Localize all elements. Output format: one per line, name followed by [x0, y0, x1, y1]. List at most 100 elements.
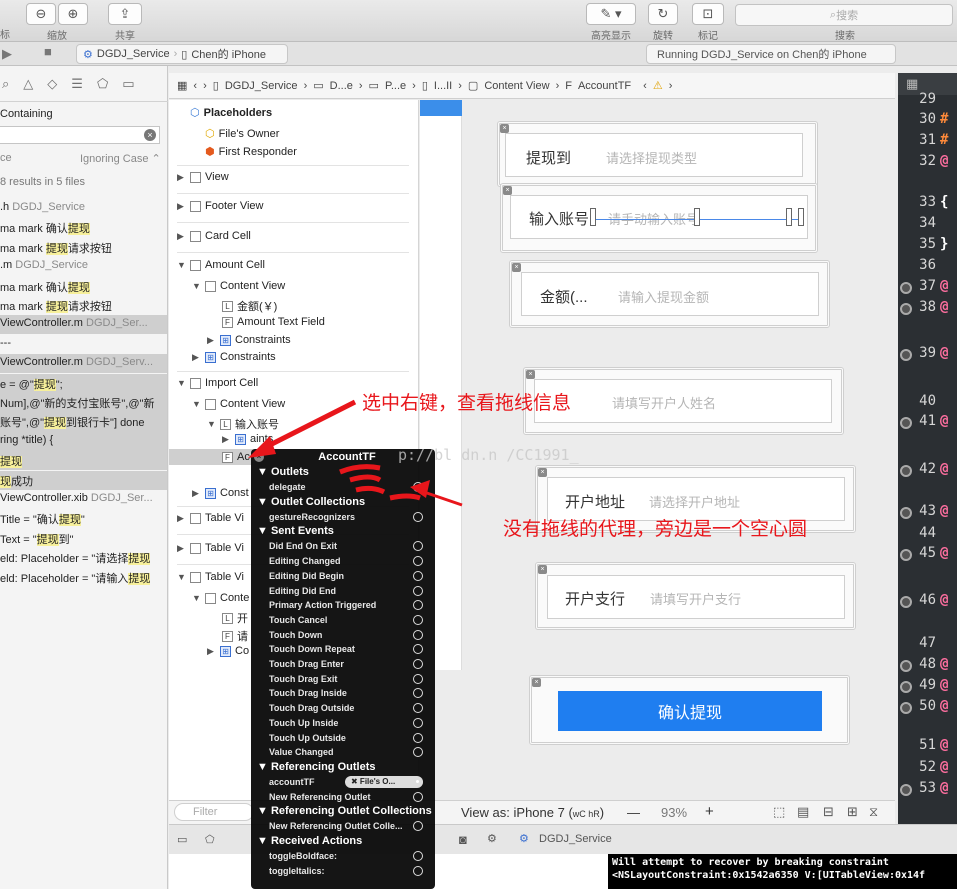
- search-result-line[interactable]: e = @"提现";: [0, 376, 63, 392]
- warning-icon[interactable]: ⚠: [653, 79, 663, 92]
- search-result-file[interactable]: .m DGDJ_Service: [0, 259, 88, 271]
- disclosure-icon[interactable]: ▼: [257, 805, 268, 817]
- disclosure-icon[interactable]: ▼: [257, 525, 268, 537]
- disclosure-icon[interactable]: ▶: [177, 543, 186, 554]
- search-result-line[interactable]: ma mark 确认提现: [0, 279, 90, 295]
- empty-circle-icon[interactable]: [413, 688, 423, 699]
- disclosure-icon[interactable]: ▼: [192, 593, 201, 603]
- assistant-editor[interactable]: ▦ 29 30 #31 #32 @33{34 35} 36 37 @38 @39 @40 41 @42 @…: [898, 73, 957, 854]
- resize-handle[interactable]: [590, 208, 596, 226]
- outline-text-field[interactable]: F请: [222, 628, 248, 644]
- search-result-file[interactable]: .h DGDJ_Service: [0, 201, 85, 213]
- align-icon[interactable]: ⊟: [823, 804, 834, 820]
- disclosure-icon[interactable]: ▼: [257, 761, 268, 773]
- empty-circle-icon[interactable]: [413, 673, 423, 684]
- connection-item[interactable]: Primary Action Triggered: [269, 598, 433, 612]
- issue-prev-icon[interactable]: ‹: [643, 80, 647, 92]
- resize-handle[interactable]: [798, 208, 804, 226]
- zoom-out-button[interactable]: ⊖: [26, 3, 56, 25]
- outline-view[interactable]: ▶ View: [177, 171, 229, 183]
- empty-circle-icon[interactable]: [413, 570, 423, 581]
- grid-icon[interactable]: ▦: [906, 76, 918, 92]
- empty-circle-icon[interactable]: [413, 865, 423, 876]
- mark-button[interactable]: ⊡: [692, 3, 724, 25]
- outline-table-view[interactable]: ▼ Table Vi: [177, 571, 244, 583]
- connection-item[interactable]: Editing Did Begin: [269, 569, 433, 583]
- connection-item[interactable]: accountTF ✖ File's O...: [269, 775, 433, 789]
- connection-item[interactable]: toggleBoldface:: [269, 849, 433, 863]
- hide-debug-icon[interactable]: ▭: [177, 833, 187, 846]
- jump-item[interactable]: I...II: [434, 80, 452, 92]
- connection-item[interactable]: Touch Up Inside: [269, 716, 433, 730]
- stop-icon[interactable]: ■: [44, 44, 52, 59]
- empty-circle-icon[interactable]: [413, 717, 423, 728]
- empty-circle-icon[interactable]: [413, 851, 423, 861]
- disclosure-icon[interactable]: ▼: [177, 378, 186, 388]
- match-mode[interactable]: ce: [0, 152, 12, 164]
- connection-item[interactable]: Value Changed: [269, 745, 433, 759]
- outline-constraints[interactable]: ▶ ⊞ Co: [207, 645, 249, 657]
- forward-icon[interactable]: ›: [203, 80, 207, 92]
- report-icon[interactable]: ▭: [122, 76, 134, 92]
- search-result-line[interactable]: ring *title) {: [0, 434, 53, 446]
- connection-item[interactable]: Did End On Exit: [269, 539, 433, 553]
- find-input[interactable]: ×: [0, 126, 160, 144]
- debug-icon[interactable]: ☰: [71, 76, 83, 92]
- search-result-line[interactable]: 账号",@"提现到银行卡"] done: [0, 414, 145, 430]
- resize-handle[interactable]: [694, 208, 700, 226]
- gear-icon[interactable]: ⚙: [487, 832, 497, 845]
- back-icon[interactable]: ‹: [193, 80, 197, 92]
- connection-item[interactable]: Touch Drag Outside: [269, 701, 433, 715]
- search-result-file[interactable]: ViewController.m DGDJ_Serv...: [0, 356, 153, 368]
- search-result-line[interactable]: 提现: [0, 453, 22, 469]
- search-result-line[interactable]: ma mark 确认提现: [0, 220, 90, 236]
- rotate-button[interactable]: ↻: [648, 3, 678, 25]
- connection-section[interactable]: ▼ Referencing Outlets: [251, 760, 435, 775]
- outline-placeholders[interactable]: ⬡ Placeholders: [190, 106, 272, 120]
- empty-circle-icon[interactable]: [413, 614, 423, 625]
- search-result-line[interactable]: ---: [0, 337, 11, 349]
- disclosure-icon[interactable]: ▶: [207, 335, 216, 346]
- connection-target[interactable]: ✖ File's O...: [345, 775, 423, 788]
- disclosure-icon[interactable]: ▼: [207, 419, 216, 429]
- stack-icon[interactable]: ▤: [797, 804, 809, 820]
- search-result-line[interactable]: eld: Placeholder = "请选择提现: [0, 550, 151, 566]
- resolve-icon[interactable]: ⧖: [869, 804, 878, 820]
- resize-handle[interactable]: [786, 208, 792, 226]
- clear-icon[interactable]: ×: [144, 129, 156, 141]
- disclosure-icon[interactable]: ▶: [192, 488, 201, 499]
- empty-circle-icon[interactable]: [413, 659, 423, 669]
- jump-item[interactable]: D...e: [330, 80, 353, 92]
- search-result-line[interactable]: Num],@"新的支付宝账号",@"新: [0, 395, 154, 411]
- connection-item[interactable]: toggleItalics:: [269, 864, 433, 878]
- empty-circle-icon[interactable]: [413, 703, 423, 714]
- connection-item[interactable]: Touch Down: [269, 628, 433, 642]
- jump-item[interactable]: P...e: [385, 80, 406, 92]
- disclosure-icon[interactable]: ▶: [177, 172, 186, 183]
- disclosure-icon[interactable]: ▶: [207, 646, 216, 657]
- connection-item[interactable]: Touch Drag Exit: [269, 672, 433, 686]
- jump-item[interactable]: AccountTF: [578, 80, 631, 92]
- connection-item[interactable]: New Referencing Outlet Colle...: [269, 819, 433, 833]
- confirm-withdraw-button[interactable]: 确认提现: [558, 691, 822, 731]
- camera-icon[interactable]: ◙: [459, 832, 467, 847]
- warning-icon[interactable]: △: [23, 76, 33, 92]
- outline-footer-view[interactable]: ▶ Footer View: [177, 200, 264, 212]
- outline-filter-input[interactable]: Filter: [174, 803, 254, 821]
- empty-circle-icon[interactable]: [413, 600, 423, 611]
- empty-circle-icon[interactable]: [413, 556, 423, 567]
- share-button[interactable]: ⇪: [108, 3, 142, 25]
- connection-item[interactable]: Editing Did End: [269, 584, 433, 598]
- breakpoints-icon[interactable]: ⬠: [205, 833, 215, 846]
- search-result-file[interactable]: ViewController.m DGDJ_Ser...: [0, 317, 148, 329]
- zoom-out-button[interactable]: —: [627, 805, 640, 820]
- outline-amount-cell[interactable]: ▼ Amount Cell: [177, 259, 265, 271]
- run-icon[interactable]: ▶: [2, 46, 12, 62]
- connection-item[interactable]: New Referencing Outlet: [269, 790, 433, 804]
- connection-item[interactable]: Touch Drag Inside: [269, 686, 433, 700]
- empty-circle-icon[interactable]: [413, 791, 423, 802]
- empty-circle-icon[interactable]: [413, 821, 423, 832]
- search-result-line[interactable]: ma mark 提现请求按钮: [0, 240, 112, 256]
- disclosure-icon[interactable]: ▼: [192, 281, 201, 291]
- search-result-line[interactable]: ma mark 提现请求按钮: [0, 298, 112, 314]
